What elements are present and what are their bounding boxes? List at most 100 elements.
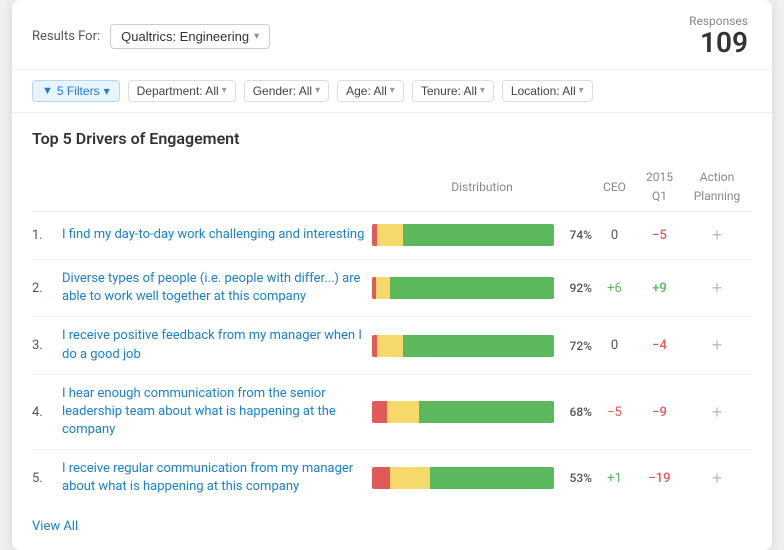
action-planning-cell: +: [682, 469, 752, 488]
quarter-label: 2015Q1: [646, 170, 673, 204]
delta-value: −19: [637, 471, 682, 486]
bar-percentage: 74%: [560, 228, 592, 242]
header-left: Results For: Qualtrics: Engineering ▾: [32, 24, 270, 49]
question-text[interactable]: I receive regular communication from my …: [62, 460, 372, 496]
action-planning-cell: +: [682, 226, 752, 245]
ceo-value: −5: [592, 405, 637, 420]
question-text[interactable]: I find my day-to-day work challenging an…: [62, 226, 372, 244]
add-action-button[interactable]: +: [704, 226, 731, 244]
add-action-button[interactable]: +: [704, 336, 731, 354]
gender-filter[interactable]: Gender: All ▾: [244, 80, 329, 102]
bar: [372, 401, 554, 423]
distribution-header: Distribution: [372, 176, 592, 195]
action-planning-label: ActionPlanning: [694, 170, 741, 204]
rank-number: 1.: [32, 228, 62, 243]
department-filter-label: Department: All: [137, 84, 219, 98]
action-planning-cell: +: [682, 336, 752, 355]
ceo-value: 0: [592, 228, 637, 243]
add-action-button[interactable]: +: [704, 403, 731, 421]
bar-percentage: 72%: [560, 339, 592, 353]
bar-red: [372, 467, 390, 489]
table-row: 1. I find my day-to-day work challenging…: [32, 212, 752, 260]
bar-yellow: [376, 277, 391, 299]
delta-value: +9: [637, 281, 682, 296]
chevron-down-icon: ▾: [390, 85, 395, 96]
table-row: 5. I receive regular communication from …: [32, 450, 752, 506]
location-filter[interactable]: Location: All ▾: [502, 80, 593, 102]
bar-green: [403, 335, 554, 357]
age-filter[interactable]: Age: All ▾: [337, 80, 404, 102]
bar-green: [430, 467, 554, 489]
distribution-bar: 53%: [372, 467, 592, 489]
bar-green: [403, 224, 554, 246]
main-card: Results For: Qualtrics: Engineering ▾ Re…: [12, 0, 772, 550]
funnel-icon: ▼: [42, 85, 53, 97]
gender-filter-label: Gender: All: [253, 84, 312, 98]
bar: [372, 335, 554, 357]
chevron-down-icon: ▾: [222, 85, 227, 96]
distribution-label: Distribution: [451, 180, 513, 194]
action-planning-cell: +: [682, 403, 752, 422]
active-filters-badge[interactable]: ▼ 5 Filters ▾: [32, 80, 120, 102]
distribution-bar: 92%: [372, 277, 592, 299]
quarter-header: 2015Q1: [637, 166, 682, 205]
bar-yellow: [387, 401, 420, 423]
ceo-value: +1: [592, 471, 637, 486]
results-dropdown-label: Qualtrics: Engineering: [121, 29, 249, 44]
ceo-header: CEO: [592, 176, 637, 195]
rank-number: 5.: [32, 471, 62, 486]
table-header: Distribution CEO 2015Q1 ActionPlanning: [32, 166, 752, 212]
chevron-down-icon: ▾: [579, 85, 584, 96]
rank-number: 2.: [32, 281, 62, 296]
ceo-label: CEO: [603, 180, 626, 194]
bar-yellow: [390, 467, 430, 489]
main-content: Top 5 Drivers of Engagement Distribution…: [12, 113, 772, 550]
bar-percentage: 92%: [560, 281, 592, 295]
chevron-down-icon: ▾: [315, 85, 320, 96]
rank-number: 3.: [32, 338, 62, 353]
distribution-bar: 72%: [372, 335, 592, 357]
results-dropdown[interactable]: Qualtrics: Engineering ▾: [110, 24, 270, 49]
bar-yellow: [377, 224, 402, 246]
active-filters-label: 5 Filters: [57, 84, 100, 98]
view-all-link[interactable]: View All: [32, 519, 78, 534]
delta-value: −9: [637, 405, 682, 420]
bar-green: [390, 277, 554, 299]
department-filter[interactable]: Department: All ▾: [128, 80, 236, 102]
distribution-bar: 68%: [372, 401, 592, 423]
action-planning-cell: +: [682, 279, 752, 298]
drivers-list: 1. I find my day-to-day work challenging…: [32, 212, 752, 507]
rank-number: 4.: [32, 405, 62, 420]
add-action-button[interactable]: +: [704, 279, 731, 297]
ceo-value: 0: [592, 338, 637, 353]
table-row: 4. I hear enough communication from the …: [32, 375, 752, 451]
table-row: 2. Diverse types of people (i.e. people …: [32, 260, 752, 317]
bar-yellow: [377, 335, 402, 357]
delta-value: −4: [637, 338, 682, 353]
distribution-bar: 74%: [372, 224, 592, 246]
age-filter-label: Age: All: [346, 84, 387, 98]
action-planning-header: ActionPlanning: [682, 166, 752, 205]
ceo-value: +6: [592, 281, 637, 296]
question-text[interactable]: I hear enough communication from the sen…: [62, 385, 372, 440]
question-text[interactable]: Diverse types of people (i.e. people wit…: [62, 270, 372, 306]
section-title: Top 5 Drivers of Engagement: [32, 129, 752, 148]
bar-red: [372, 401, 387, 423]
add-action-button[interactable]: +: [704, 469, 731, 487]
question-text[interactable]: I receive positive feedback from my mana…: [62, 327, 372, 363]
tenure-filter-label: Tenure: All: [421, 84, 477, 98]
responses-count: 109: [689, 28, 748, 59]
delta-value: −5: [637, 228, 682, 243]
chevron-down-icon: ▾: [480, 85, 485, 96]
chevron-down-icon: ▾: [104, 84, 110, 98]
tenure-filter[interactable]: Tenure: All ▾: [412, 80, 494, 102]
bar-percentage: 53%: [560, 471, 592, 485]
chevron-down-icon: ▾: [254, 31, 259, 42]
bar-percentage: 68%: [560, 405, 592, 419]
bar-green: [419, 401, 554, 423]
location-filter-label: Location: All: [511, 84, 576, 98]
table-row: 3. I receive positive feedback from my m…: [32, 317, 752, 374]
bar: [372, 224, 554, 246]
bar: [372, 277, 554, 299]
results-label: Results For:: [32, 29, 100, 44]
